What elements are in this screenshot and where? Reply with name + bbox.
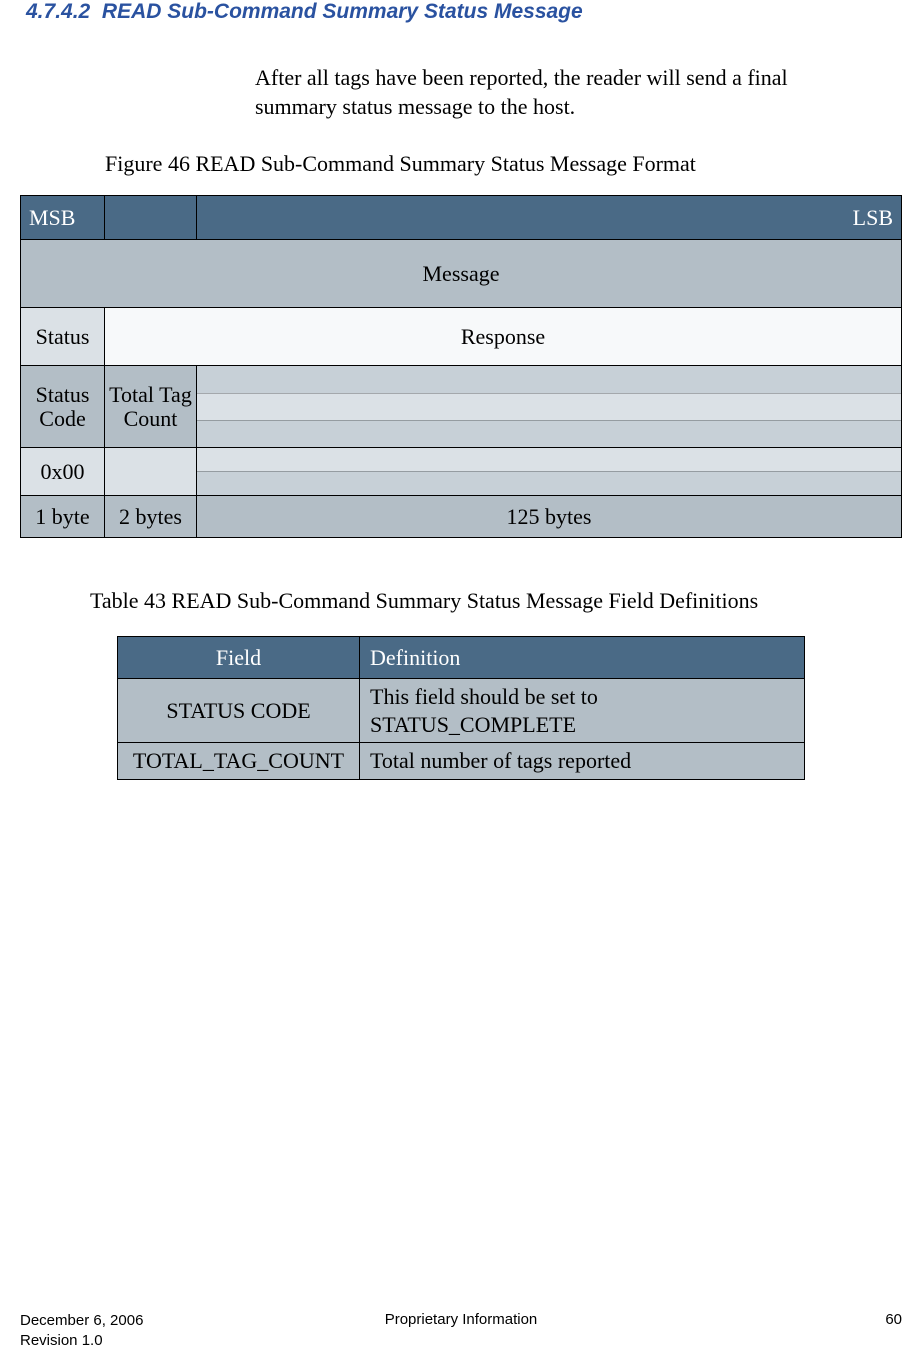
figure-caption: Figure 46 READ Sub-Command Summary Statu… <box>105 151 902 177</box>
intro-paragraph: After all tags have been reported, the r… <box>255 64 862 121</box>
lsb-label: LSB <box>197 196 902 240</box>
filler-cell-1 <box>197 366 902 448</box>
section-heading: 4.7.4.2 READ Sub-Command Summary Status … <box>20 0 902 24</box>
section-title-text: READ Sub-Command Summary Status Message <box>102 0 583 23</box>
message-format-table: MSB LSB Message Status Response Status C… <box>20 195 902 538</box>
defs-field-cell: TOTAL_TAG_COUNT <box>118 743 360 780</box>
value-0x00-cell: 0x00 <box>21 448 105 496</box>
defs-definition-cell: Total number of tags reported <box>360 743 805 780</box>
footer-revision: Revision 1.0 <box>20 1332 103 1349</box>
size-2bytes-cell: 2 bytes <box>105 496 197 538</box>
field-definitions-table: Field Definition STATUS CODE This field … <box>117 636 805 780</box>
filler-cell-2 <box>197 448 902 496</box>
message-cell: Message <box>21 240 902 308</box>
size-125bytes-cell: 125 bytes <box>197 496 902 538</box>
size-1byte-cell: 1 byte <box>21 496 105 538</box>
table-row: STATUS CODE This field should be set to … <box>118 679 805 743</box>
defs-head-definition: Definition <box>360 637 805 679</box>
total-tag-count-cell: Total Tag Count <box>105 366 197 448</box>
footer-page-number: 60 <box>537 1311 902 1328</box>
header-spacer <box>105 196 197 240</box>
msb-label: MSB <box>21 196 105 240</box>
defs-field-cell: STATUS CODE <box>118 679 360 743</box>
defs-definition-cell: This field should be set to STATUS_COMPL… <box>360 679 805 743</box>
response-cell: Response <box>105 308 902 366</box>
footer-center: Proprietary Information <box>385 1311 538 1328</box>
value-empty-cell <box>105 448 197 496</box>
page-footer: December 6, 2006 Revision 1.0 Proprietar… <box>20 1311 902 1350</box>
status-code-cell: Status Code <box>21 366 105 448</box>
footer-date: December 6, 2006 <box>20 1312 143 1329</box>
defs-head-field: Field <box>118 637 360 679</box>
status-cell: Status <box>21 308 105 366</box>
section-number: 4.7.4.2 <box>26 0 90 23</box>
table-row: TOTAL_TAG_COUNT Total number of tags rep… <box>118 743 805 780</box>
table-caption: Table 43 READ Sub-Command Summary Status… <box>90 588 902 614</box>
